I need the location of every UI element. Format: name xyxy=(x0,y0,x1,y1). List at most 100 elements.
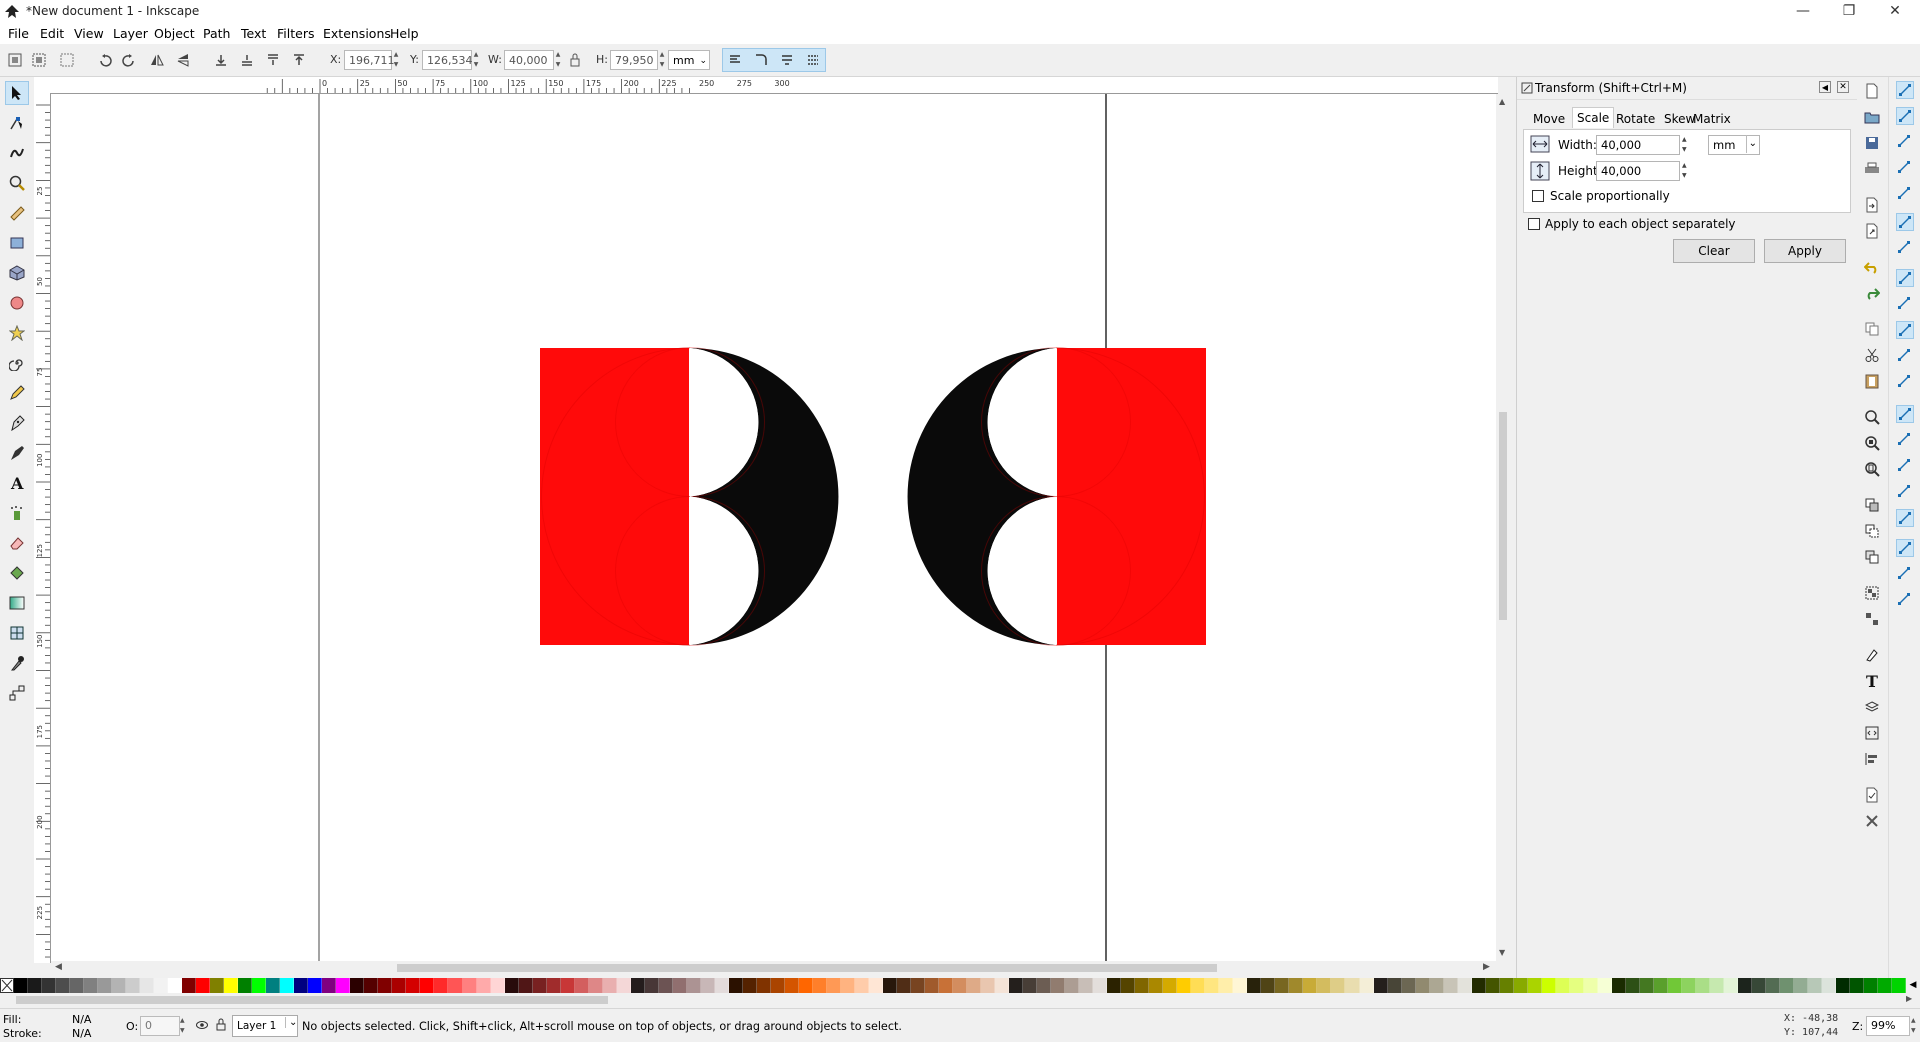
close-dialog-icon[interactable]: ✕ xyxy=(1837,81,1849,93)
palette-swatch[interactable] xyxy=(1793,978,1808,993)
rotate-ccw-icon[interactable] xyxy=(94,49,116,71)
palette-swatch[interactable] xyxy=(1387,978,1402,993)
palette-swatch[interactable] xyxy=(1177,978,1192,993)
no-paint-swatch[interactable] xyxy=(0,978,14,993)
group-icon[interactable] xyxy=(1864,585,1880,601)
y-spinner-icon[interactable]: ▲ ▼ xyxy=(472,50,480,70)
right-red-rect[interactable] xyxy=(1057,348,1206,645)
palette-swatch[interactable] xyxy=(798,978,813,993)
zoom-drawing-icon[interactable] xyxy=(1864,435,1880,451)
left-red-rect[interactable] xyxy=(540,348,689,645)
palette-swatch[interactable] xyxy=(1247,978,1262,993)
lock-icon[interactable] xyxy=(570,53,580,67)
palette-swatch[interactable] xyxy=(770,978,785,993)
palette-swatch[interactable] xyxy=(238,978,253,993)
snap-toggle-icon[interactable] xyxy=(1896,591,1914,609)
height-spinner-icon[interactable]: ▲ ▼ xyxy=(1682,161,1690,181)
tab-move[interactable]: Move xyxy=(1529,109,1569,129)
palette-swatch[interactable] xyxy=(266,978,281,993)
lower-icon[interactable] xyxy=(236,49,258,71)
flip-vertical-icon[interactable] xyxy=(172,49,194,71)
preferences-icon[interactable] xyxy=(1864,813,1880,829)
palette-swatch[interactable] xyxy=(700,978,715,993)
palette-swatch[interactable] xyxy=(1023,978,1038,993)
raise-to-top-icon[interactable] xyxy=(288,49,310,71)
snap-toggle-icon[interactable] xyxy=(1896,213,1914,231)
scroll-down-icon[interactable]: ▼ xyxy=(1499,948,1505,957)
palette-swatch[interactable] xyxy=(1681,978,1696,993)
node-tool-icon[interactable] xyxy=(5,111,29,135)
zoom-spinner-icon[interactable]: ▲ ▼ xyxy=(1911,1016,1919,1036)
snap-toggle-icon[interactable] xyxy=(1896,133,1914,151)
paste-icon[interactable] xyxy=(1864,373,1880,389)
palette-swatch[interactable] xyxy=(868,978,883,993)
unlink-clone-icon[interactable] xyxy=(1864,549,1880,565)
palette-swatch[interactable] xyxy=(1555,978,1570,993)
palette-swatch[interactable] xyxy=(826,978,841,993)
palette-swatch[interactable] xyxy=(1878,978,1893,993)
palette-swatch[interactable] xyxy=(28,978,43,993)
palette-swatch[interactable] xyxy=(644,978,659,993)
menu-edit[interactable]: Edit xyxy=(40,26,64,41)
palette-swatch[interactable] xyxy=(1191,978,1206,993)
palette-menu-icon[interactable]: ◀ xyxy=(1906,978,1920,993)
gradient-tool-icon[interactable] xyxy=(5,591,29,615)
palette-swatch[interactable] xyxy=(1850,978,1865,993)
palette-swatch[interactable] xyxy=(112,978,127,993)
palette-swatch[interactable] xyxy=(1303,978,1318,993)
palette-swatch[interactable] xyxy=(1499,978,1514,993)
palette-swatch[interactable] xyxy=(406,978,421,993)
eye-visibility-icon[interactable] xyxy=(196,1020,208,1030)
snap-toggle-icon[interactable] xyxy=(1896,539,1914,557)
palette-swatch[interactable] xyxy=(378,978,393,993)
palette-swatch[interactable] xyxy=(308,978,323,993)
palette-swatch[interactable] xyxy=(1429,978,1444,993)
palette-swatch[interactable] xyxy=(784,978,799,993)
palette-swatch[interactable] xyxy=(981,978,996,993)
move-gradients-icon[interactable] xyxy=(776,49,798,71)
opacity-input[interactable]: 0 xyxy=(140,1016,180,1036)
print-icon[interactable] xyxy=(1864,161,1880,177)
palette-swatch[interactable] xyxy=(98,978,113,993)
palette-swatch[interactable] xyxy=(1779,978,1794,993)
spray-tool-icon[interactable] xyxy=(5,501,29,525)
palette-swatch[interactable] xyxy=(1065,978,1080,993)
align-distribute-icon[interactable] xyxy=(1864,751,1880,767)
iconify-icon[interactable]: ◀ xyxy=(1819,81,1831,93)
palette-swatch[interactable] xyxy=(224,978,239,993)
color-palette[interactable] xyxy=(14,978,1907,993)
lower-to-bottom-icon[interactable] xyxy=(210,49,232,71)
palette-swatch[interactable] xyxy=(1373,978,1388,993)
palette-swatch[interactable] xyxy=(14,978,29,993)
palette-swatch[interactable] xyxy=(1107,978,1122,993)
y-input[interactable]: 126,534 xyxy=(422,50,473,70)
palette-swatch[interactable] xyxy=(1667,978,1682,993)
palette-swatch[interactable] xyxy=(84,978,99,993)
palette-swatch[interactable] xyxy=(1009,978,1024,993)
snap-toggle-icon[interactable] xyxy=(1896,405,1914,423)
palette-swatch[interactable] xyxy=(70,978,85,993)
scale-proportionally-checkbox[interactable] xyxy=(1532,190,1544,202)
palette-swatch[interactable] xyxy=(1233,978,1248,993)
xml-editor-icon[interactable] xyxy=(1864,725,1880,741)
mesh-tool-icon[interactable] xyxy=(5,621,29,645)
import-icon[interactable] xyxy=(1864,197,1880,213)
redo-icon[interactable] xyxy=(1864,285,1880,301)
open-icon[interactable] xyxy=(1864,109,1880,125)
snap-toggle-icon[interactable] xyxy=(1896,509,1914,527)
palette-swatch[interactable] xyxy=(1457,978,1472,993)
palette-swatch[interactable] xyxy=(350,978,365,993)
palette-swatch[interactable] xyxy=(953,978,968,993)
palette-swatch[interactable] xyxy=(967,978,982,993)
spiral-tool-icon[interactable] xyxy=(5,351,29,375)
snap-toggle-icon[interactable] xyxy=(1896,431,1914,449)
ungroup-icon[interactable] xyxy=(1864,611,1880,627)
ellipse-tool-icon[interactable] xyxy=(5,291,29,315)
h-input[interactable]: 79,950 xyxy=(610,50,658,70)
menu-view[interactable]: View xyxy=(74,26,104,41)
palette-swatch[interactable] xyxy=(168,978,183,993)
rotate-cw-icon[interactable] xyxy=(118,49,140,71)
palette-swatch[interactable] xyxy=(1653,978,1668,993)
connector-tool-icon[interactable] xyxy=(5,681,29,705)
palette-swatch[interactable] xyxy=(588,978,603,993)
